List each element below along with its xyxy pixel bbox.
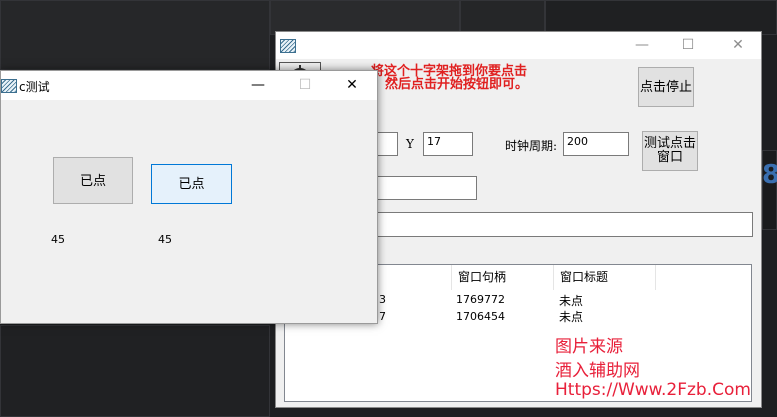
- maximize-button[interactable]: ☐: [665, 32, 711, 59]
- count-label-2: 45: [158, 233, 172, 246]
- column-header-title[interactable]: 窗口标题: [554, 265, 656, 290]
- instruction-text: 将这个十字架拖到你要点击 然后点击开始按钮即可。: [371, 65, 528, 91]
- column-header-handle[interactable]: 窗口句柄: [452, 265, 554, 290]
- table-cell-title: 未点: [559, 310, 584, 324]
- main-titlebar[interactable]: — ☐ ✕: [276, 32, 761, 59]
- timer-label: 时钟周期:: [505, 139, 558, 153]
- instruction-line-2: 然后点击开始按钮即可。: [385, 77, 529, 92]
- desktop-tile: [460, 0, 545, 35]
- desktop-tile: [0, 325, 270, 417]
- app-icon: [1, 79, 17, 93]
- desktop-partial-icon: 8: [762, 160, 777, 190]
- close-button[interactable]: ✕: [329, 71, 375, 100]
- test-click-window-button[interactable]: 测试点击窗口: [642, 131, 698, 171]
- clicked-button-1[interactable]: 已点: [53, 157, 133, 204]
- c-titlebar[interactable]: c测试 — ☐ ✕: [1, 71, 377, 100]
- window-title: c测试: [19, 80, 50, 94]
- y-label: Y: [406, 137, 414, 151]
- timer-input[interactable]: 200: [563, 132, 629, 156]
- table-cell-handle: 1769772: [456, 293, 505, 306]
- table-cell-handle: 1706454: [456, 310, 505, 323]
- minimize-button[interactable]: —: [235, 71, 281, 100]
- table-cell: 7: [379, 310, 386, 323]
- watermark-line-1: 图片来源: [555, 337, 623, 357]
- table-cell: 3: [379, 293, 386, 306]
- watermark-line-2: 酒入辅助网: [555, 361, 640, 381]
- desktop-tile: [545, 0, 777, 35]
- c-test-window: c测试 — ☐ ✕ 已点 已点 45 45: [0, 70, 378, 324]
- clicked-button-2[interactable]: 已点: [151, 164, 232, 204]
- minimize-button[interactable]: —: [619, 32, 665, 59]
- stop-click-button[interactable]: 点击停止: [638, 67, 694, 107]
- close-button[interactable]: ✕: [715, 32, 761, 59]
- app-icon: [280, 39, 296, 53]
- watermark-line-3: Https://Www.2Fzb.Com: [555, 380, 751, 400]
- desktop-tile: [270, 0, 460, 35]
- maximize-button[interactable]: ☐: [282, 71, 328, 100]
- y-input[interactable]: 17: [423, 132, 473, 156]
- count-label-1: 45: [51, 233, 65, 246]
- desktop-tile: [0, 0, 270, 70]
- table-cell-title: 未点: [559, 294, 584, 308]
